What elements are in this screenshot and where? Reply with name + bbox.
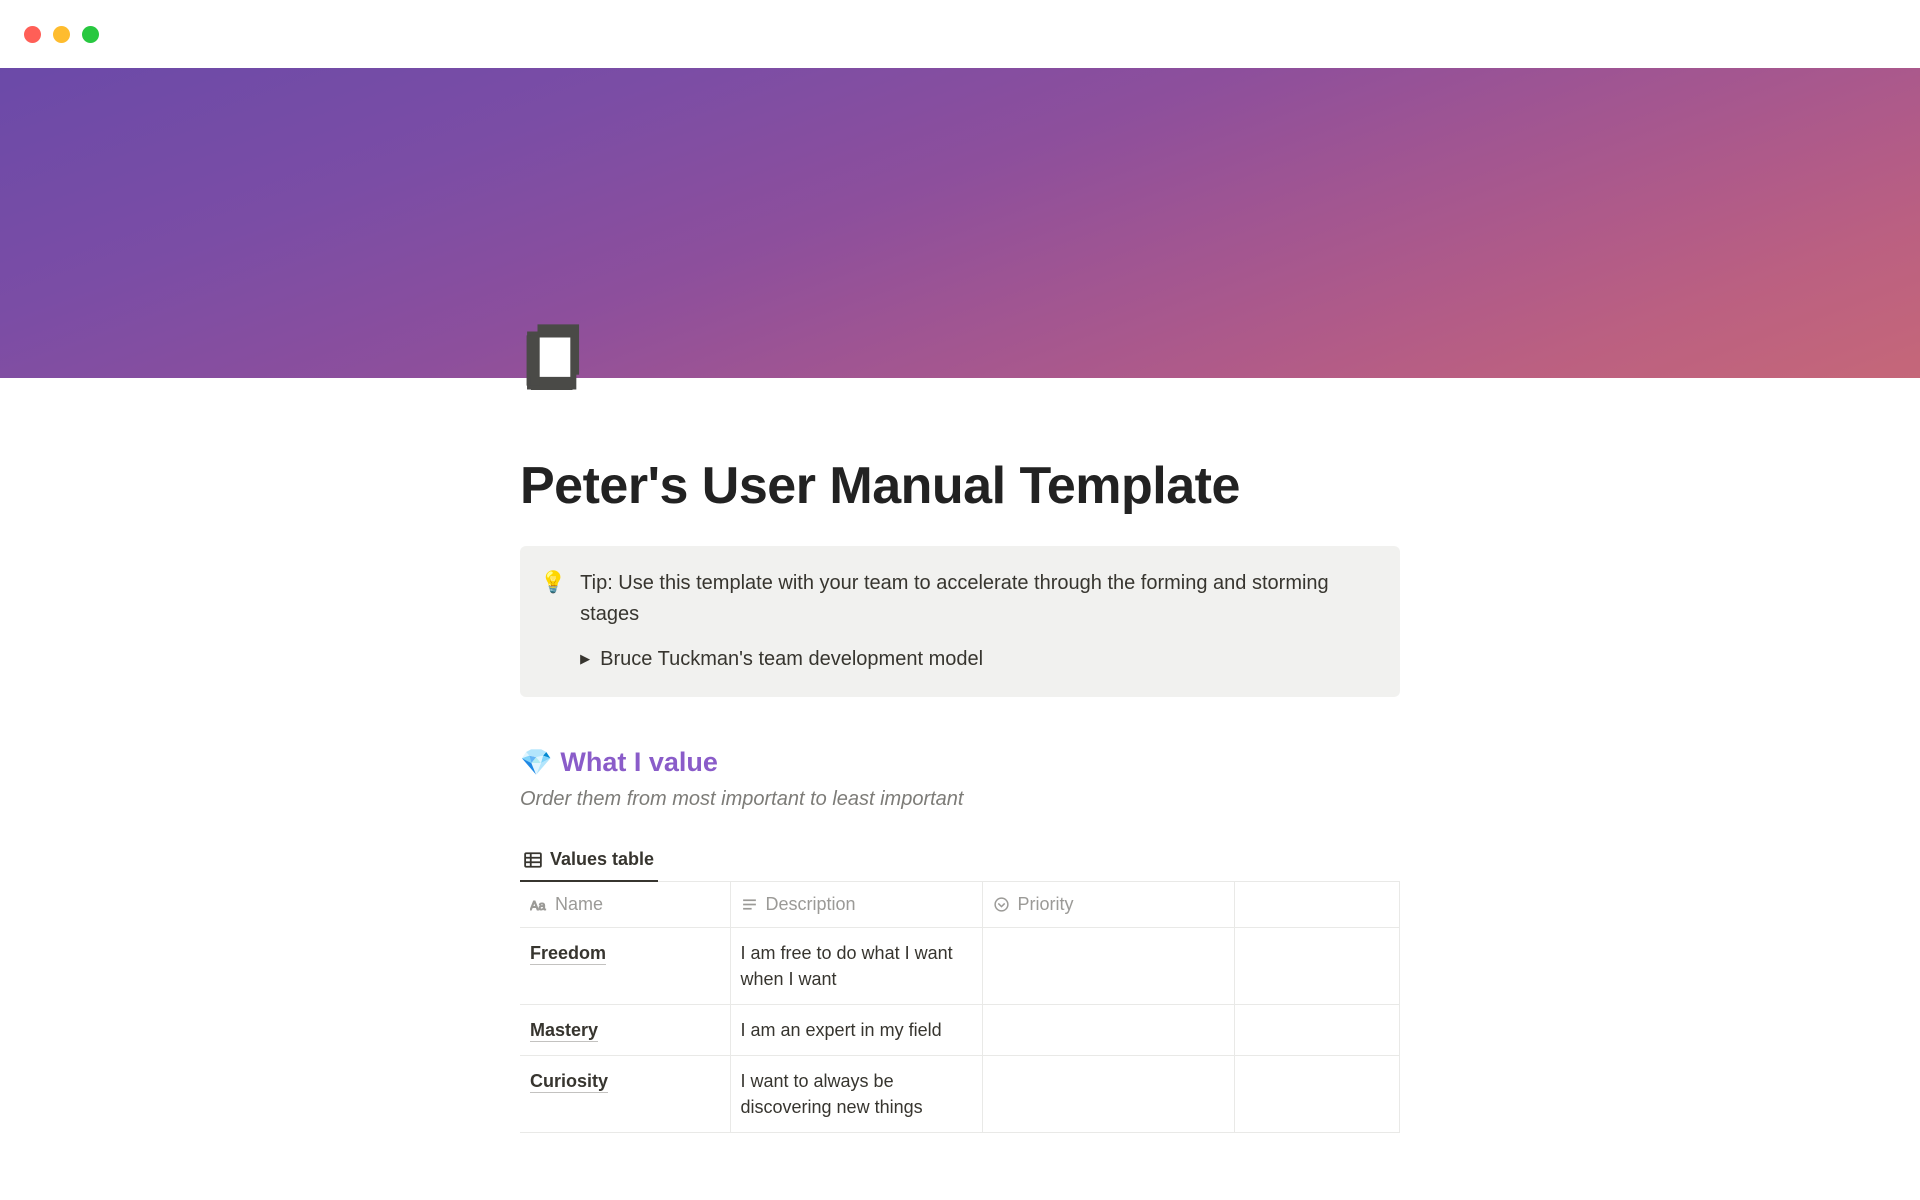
page-cover[interactable]	[0, 68, 1920, 378]
text-property-icon	[741, 896, 758, 913]
page-title[interactable]: Peter's User Manual Template	[520, 378, 1400, 516]
column-header-name[interactable]: Aa Name	[520, 882, 730, 928]
column-header-name-label: Name	[555, 894, 603, 915]
table-cell-description[interactable]: I want to always be discovering new thin…	[730, 1056, 982, 1133]
table-cell-name[interactable]: Curiosity	[520, 1056, 730, 1133]
table-cell-description[interactable]: I am free to do what I want when I want	[730, 928, 982, 1005]
select-property-icon	[993, 896, 1010, 913]
column-header-priority[interactable]: Priority	[982, 882, 1234, 928]
callout-toggle-label: Bruce Tuckman's team development model	[600, 644, 983, 675]
values-table: Aa Name Description	[520, 882, 1400, 1133]
toggle-triangle-icon: ▶	[580, 649, 590, 669]
table-cell-priority[interactable]	[982, 1056, 1234, 1133]
column-header-description[interactable]: Description	[730, 882, 982, 928]
table-cell-empty[interactable]	[1234, 1056, 1400, 1133]
table-cell-name[interactable]: Freedom	[520, 928, 730, 1005]
database-tabs: Values table	[520, 841, 1400, 882]
tab-label: Values table	[550, 849, 654, 870]
column-header-add[interactable]	[1234, 882, 1400, 928]
table-cell-name[interactable]: Mastery	[520, 1005, 730, 1056]
column-header-description-label: Description	[766, 894, 856, 915]
callout-tip-text[interactable]: Tip: Use this template with your team to…	[580, 568, 1376, 630]
notebook-icon	[520, 320, 590, 390]
window-close-button[interactable]	[24, 26, 41, 43]
window-zoom-button[interactable]	[82, 26, 99, 43]
page-icon[interactable]	[520, 320, 590, 390]
table-cell-priority[interactable]	[982, 1005, 1234, 1056]
table-row[interactable]: Curiosity I want to always be discoverin…	[520, 1056, 1400, 1133]
callout-toggle[interactable]: ▶ Bruce Tuckman's team development model	[580, 644, 1376, 675]
lightbulb-icon: 💡	[540, 568, 566, 675]
gem-icon: 💎	[520, 747, 552, 778]
table-icon	[524, 851, 542, 869]
section-heading-what-i-value[interactable]: 💎 What I value	[520, 747, 1400, 778]
window-minimize-button[interactable]	[53, 26, 70, 43]
window-chrome	[0, 0, 1920, 68]
tab-values-table[interactable]: Values table	[520, 841, 658, 882]
table-row[interactable]: Mastery I am an expert in my field	[520, 1005, 1400, 1056]
section-subtitle[interactable]: Order them from most important to least …	[520, 788, 1400, 811]
table-cell-empty[interactable]	[1234, 928, 1400, 1005]
table-cell-priority[interactable]	[982, 928, 1234, 1005]
svg-text:Aa: Aa	[530, 898, 547, 913]
table-cell-empty[interactable]	[1234, 1005, 1400, 1056]
title-property-icon: Aa	[530, 896, 547, 913]
tip-callout[interactable]: 💡 Tip: Use this template with your team …	[520, 546, 1400, 697]
table-row[interactable]: Freedom I am free to do what I want when…	[520, 928, 1400, 1005]
table-cell-description[interactable]: I am an expert in my field	[730, 1005, 982, 1056]
section-heading-text: What I value	[560, 747, 718, 778]
column-header-priority-label: Priority	[1018, 894, 1074, 915]
callout-body: Tip: Use this template with your team to…	[580, 568, 1376, 675]
